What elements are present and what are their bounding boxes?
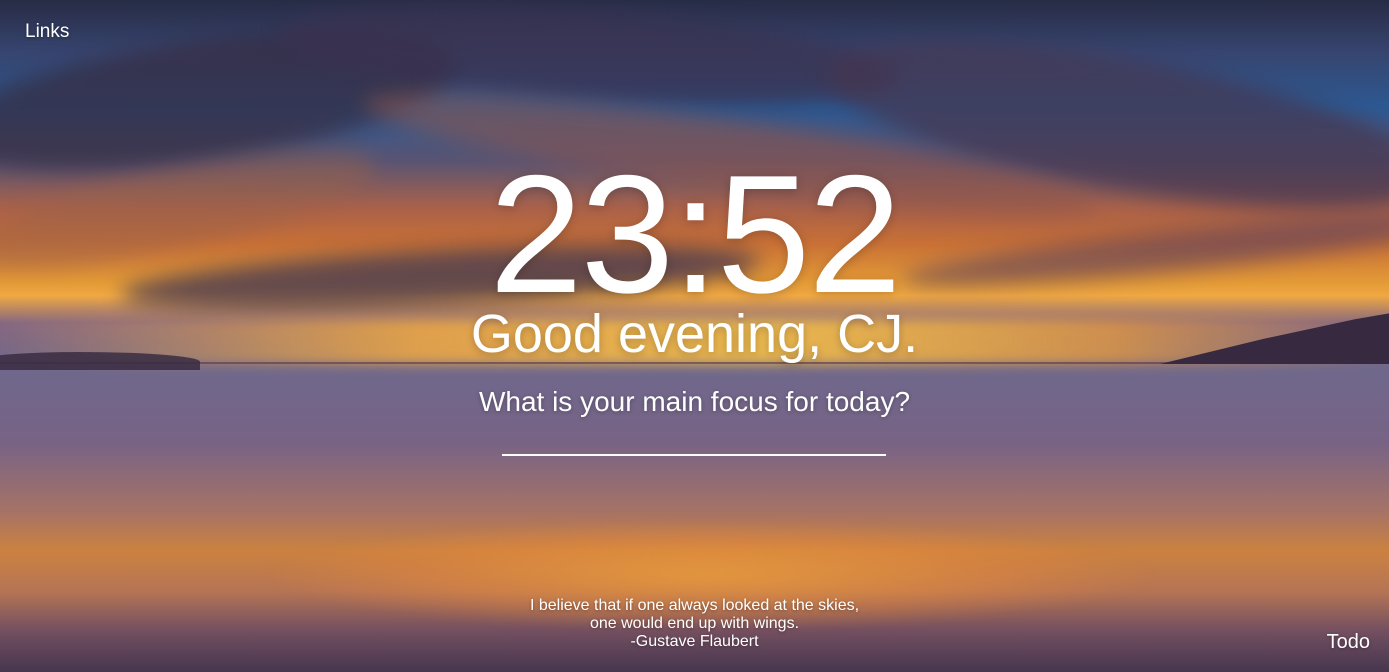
- quote-line-1: I believe that if one always looked at t…: [529, 597, 860, 614]
- todo-button[interactable]: Todo: [1327, 631, 1370, 654]
- clock-time: 23:52: [489, 140, 901, 328]
- quote-author: -Gustave Flaubert: [630, 633, 759, 650]
- links-button[interactable]: Links: [25, 21, 69, 43]
- quote-line-2: one would end up with wings.: [589, 615, 800, 632]
- focus-input[interactable]: [502, 428, 886, 456]
- greeting-text: Good evening, CJ.: [470, 304, 919, 364]
- focus-question: What is your main focus for today?: [478, 386, 911, 417]
- app-root: Links 23:52 Good evening, CJ. What is yo…: [0, 0, 1389, 672]
- quote-block: I believe that if one always looked at t…: [0, 597, 1389, 651]
